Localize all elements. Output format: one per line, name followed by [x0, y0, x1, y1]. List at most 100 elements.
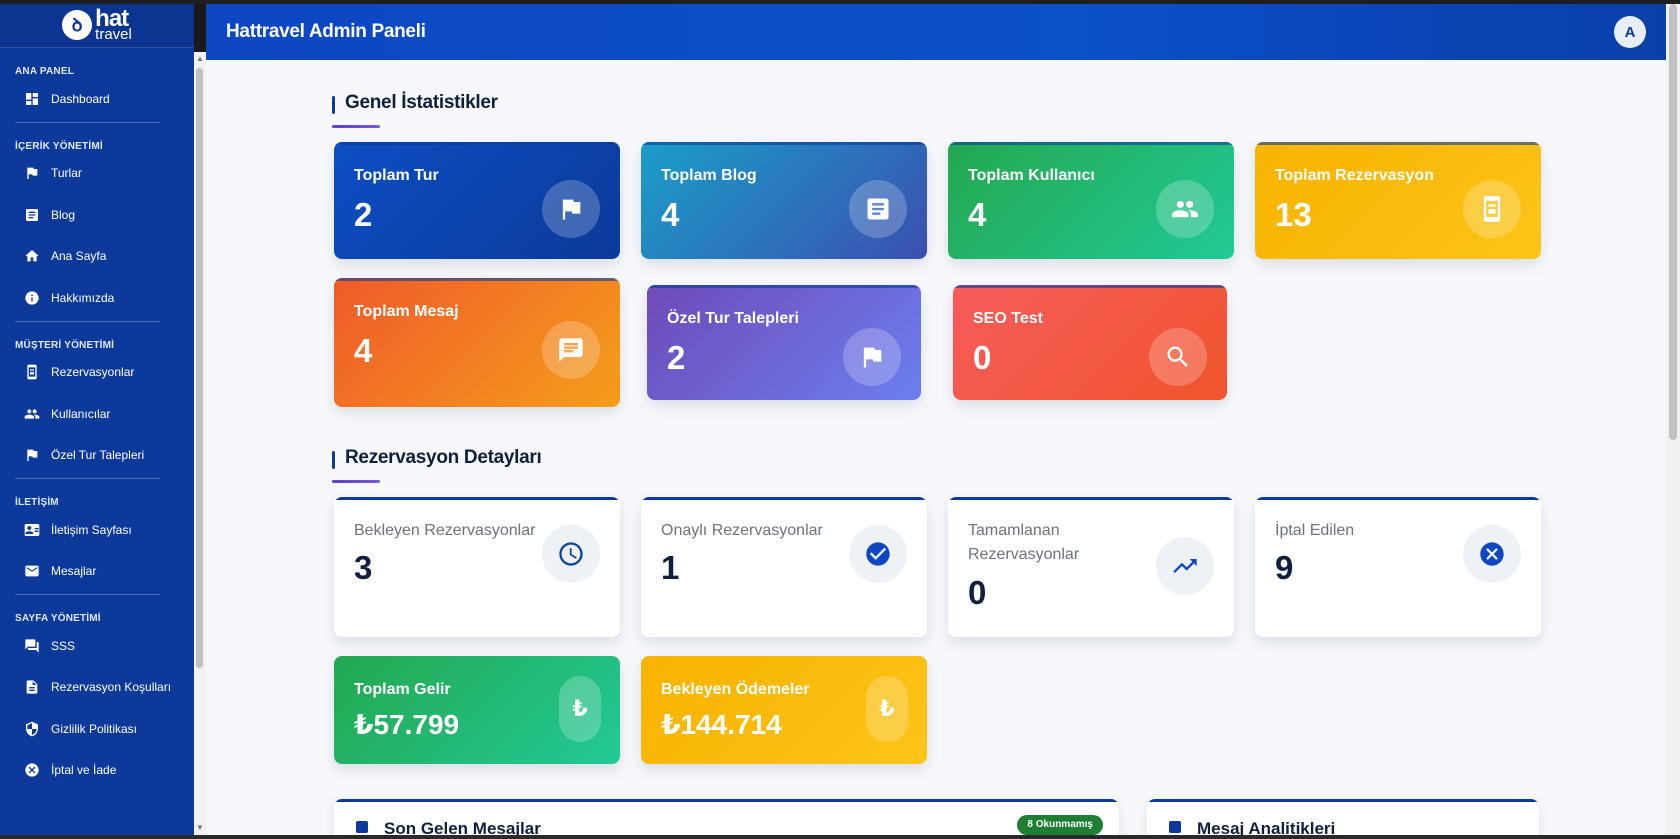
money-card-bekleyen-demeler[interactable]: Bekleyen Ödemeler ₺144.714 ₺: [641, 656, 927, 764]
stat-card-icon-wrap: [1149, 328, 1207, 386]
sidebar-item-hakk-m-zda[interactable]: Hakkımızda: [0, 277, 180, 319]
sidebar-section-title: ANA PANEL: [15, 66, 75, 77]
scroll-down-icon[interactable]: ▼: [195, 823, 205, 833]
logo: ꝺ hat travel: [62, 6, 132, 42]
stat-card-value: 4: [661, 196, 680, 233]
sidebar-item-sss[interactable]: SSS: [0, 625, 180, 667]
sidebar-item-label: Rezervasyon Koşulları: [51, 680, 172, 695]
chat-icon: [559, 338, 583, 362]
stat-card-seo-test[interactable]: SEO Test 0: [953, 285, 1227, 400]
page-scrollbar[interactable]: [1666, 4, 1680, 835]
stat-card-label: Toplam Rezervasyon: [1275, 167, 1434, 184]
sidebar-item-ana-sayfa[interactable]: Ana Sayfa: [0, 236, 180, 278]
sidebar-item-label: Ana Sayfa: [51, 249, 107, 264]
trending-up-icon: [1173, 559, 1197, 573]
stat-card-icon-wrap: [542, 321, 600, 379]
booking-icon: [1483, 196, 1501, 222]
stat-card-toplam-tur[interactable]: Toplam Tur 2: [334, 142, 620, 259]
stat-card-value: 13: [1275, 196, 1312, 233]
sidebar-item-rezervasyon-ko-ullar[interactable]: Rezervasyon Koşulları: [0, 667, 180, 709]
sidebar-item-turlar[interactable]: Turlar: [0, 153, 180, 195]
stat-card-value: 4: [968, 196, 987, 233]
sidebar-item-label: Dashboard: [51, 91, 110, 106]
people-icon: [24, 409, 40, 419]
scroll-up-icon[interactable]: ▲: [195, 54, 205, 64]
sidebar-item-i-leti-im-sayfas[interactable]: İletişim Sayfası: [0, 509, 180, 551]
stat-card-icon-wrap: [849, 180, 907, 238]
section-title: Rezervasyon Detayları: [345, 447, 542, 468]
top-header: Hattravel Admin Paneli A: [206, 4, 1666, 60]
sidebar-item-label: Blog: [51, 207, 76, 222]
logo-mark-icon: ꝺ: [62, 10, 93, 41]
reservation-card-value: 3: [354, 549, 373, 586]
stat-card-label: Toplam Blog: [661, 167, 757, 184]
contact-card-icon: [24, 523, 40, 536]
sidebar-item-label: İletişim Sayfası: [51, 522, 132, 537]
unread-badge: 8 Okunmamış: [1017, 815, 1103, 835]
stat-card-icon-wrap: [1463, 180, 1521, 238]
stat-card-toplam-kullan-c[interactable]: Toplam Kullanıcı 4: [948, 142, 1234, 259]
sidebar-scrollbar[interactable]: ▲ ▼: [194, 52, 206, 835]
sidebar-item-rezervasyonlar[interactable]: Rezervasyonlar: [0, 352, 180, 394]
recent-messages-card: Son Gelen Mesajlar 8 Okunmamış: [334, 799, 1119, 839]
sidebar-item-label: Rezervasyonlar: [51, 365, 135, 380]
stat-card-toplam-blog[interactable]: Toplam Blog 4: [641, 142, 927, 259]
sidebar-nav: ANA PANEL Dashboard İÇERİK YÖNETİMİ Turlar B…: [0, 52, 180, 835]
money-card-toplam-gelir[interactable]: Toplam Gelir ₺57.799 ₺: [334, 656, 620, 764]
sidebar-item-blog[interactable]: Blog: [0, 194, 180, 236]
stat-card-zel-tur-talepleri[interactable]: Özel Tur Talepleri 2: [647, 285, 921, 400]
sidebar-item-label: Gizlilik Politikası: [51, 721, 138, 736]
browser-viewport: ꝺ hat travel ANA PANEL Dashboard İÇERİK YÖ…: [0, 0, 1680, 839]
cancel-circle-icon: [25, 763, 39, 777]
sidebar-item-zel-tur-talepleri[interactable]: Özel Tur Talepleri: [0, 435, 180, 477]
sidebar-item-dashboard[interactable]: Dashboard: [0, 78, 180, 120]
sidebar-divider: [15, 320, 160, 322]
article-icon: [867, 198, 889, 220]
stat-card-label: Toplam Mesaj: [354, 303, 459, 320]
sidebar-section-title: İLETİŞİM: [15, 497, 59, 508]
reservation-card-label: İptal Edilen: [1275, 522, 1355, 539]
reservation-card-value: 9: [1275, 549, 1294, 586]
people-icon: [1172, 200, 1198, 218]
money-card-label: Bekleyen Ödemeler: [661, 681, 810, 698]
avatar[interactable]: A: [1614, 16, 1646, 48]
sidebar-item-label: SSS: [51, 638, 76, 653]
info-icon: [25, 291, 39, 305]
flag-icon: [863, 347, 882, 368]
sidebar-section-title: İÇERİK YÖNETİMİ: [15, 140, 103, 152]
reservation-card-label: Bekleyen Rezervasyonlar: [354, 522, 536, 539]
section-title: Genel İstatistikler: [345, 92, 498, 113]
reservation-card-i-ptal-edilen[interactable]: İptal Edilen 9: [1255, 497, 1541, 637]
reservation-card-value: 0: [968, 574, 987, 611]
article-icon: [26, 208, 38, 221]
money-card-label: Toplam Gelir: [354, 681, 451, 698]
sidebar-item-kullan-c-lar[interactable]: Kullanıcılar: [0, 393, 180, 435]
analytics-icon: [1169, 821, 1181, 833]
reservation-card-label: Onaylı Rezervasyonlar: [661, 522, 823, 539]
stat-card-value: 0: [973, 339, 992, 376]
sidebar-item-label: Özel Tur Talepleri: [51, 448, 145, 463]
dashboard-icon: [26, 92, 38, 105]
reservation-card-onayl-rezervasyonlar[interactable]: Onaylı Rezervasyonlar 1: [641, 497, 927, 637]
forum-icon: [25, 639, 39, 653]
page-title: Hattravel Admin Paneli: [226, 21, 426, 42]
lira-icon: ₺: [866, 676, 908, 742]
sidebar-section-title: MÜŞTERİ YÖNETİMİ: [15, 339, 115, 351]
stat-card-value: 4: [354, 332, 373, 369]
reservation-card-tamamlanan-rezervasyonlar[interactable]: Tamamlanan Rezervasyonlar 0: [948, 497, 1234, 637]
sidebar-item-label: İptal ve İade: [51, 763, 117, 778]
sidebar-item-mesajlar[interactable]: Mesajlar: [0, 551, 180, 593]
page-scroll-thumb[interactable]: [1669, 4, 1677, 440]
clock-icon: [559, 542, 583, 566]
sidebar-item-i-ptal-ve-i-ade[interactable]: İptal ve İade: [0, 750, 180, 792]
lira-icon: ₺: [559, 676, 601, 742]
sidebar-item-gizlilik-politikas[interactable]: Gizlilik Politikası: [0, 708, 180, 750]
stat-card-icon-wrap: [843, 328, 901, 386]
stat-card-toplam-rezervasyon[interactable]: Toplam Rezervasyon 13: [1255, 142, 1541, 259]
shield-icon: [26, 721, 38, 737]
reservation-card-bekleyen-rezervasyonlar[interactable]: Bekleyen Rezervasyonlar 3: [334, 497, 620, 637]
brand[interactable]: ꝺ hat travel: [0, 4, 194, 48]
sidebar-scroll-thumb[interactable]: [196, 68, 203, 668]
stat-card-toplam-mesaj[interactable]: Toplam Mesaj 4: [334, 278, 620, 407]
flag-icon: [27, 167, 38, 180]
